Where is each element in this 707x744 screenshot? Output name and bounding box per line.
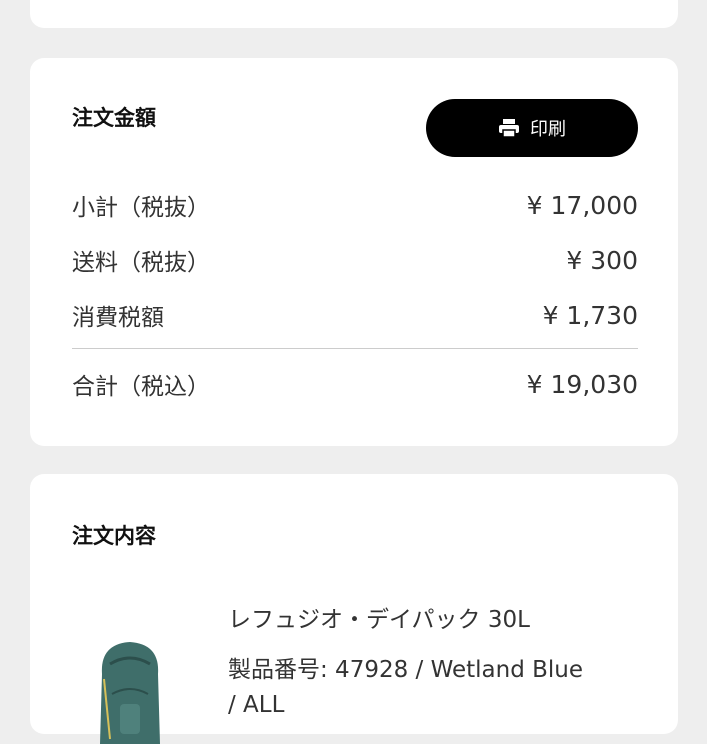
total-row: 合計（税込） ¥ 19,030 [72,367,638,401]
tax-row: 消費税額 ¥ 1,730 [72,298,638,332]
tax-label: 消費税額 [72,305,164,331]
product-detail-continued: / ALL [228,692,285,718]
previous-card [30,0,678,28]
order-amount-title: 注文金額 [72,106,156,130]
product-image[interactable] [90,634,170,744]
print-button-label: 印刷 [530,119,566,140]
shipping-label: 送料（税抜） [72,250,210,276]
order-amount-card: 注文金額 印刷 小計（税抜） ¥ 17,000 送料（税抜） ¥ 300 消費税… [30,58,678,446]
order-items-title: 注文内容 [72,524,156,548]
product-detail: 製品番号: 47928 / Wetland Blue [228,657,584,683]
printer-icon [498,118,520,138]
subtotal-value: ¥ 17,000 [526,190,638,220]
order-items-card: 注文内容 レフュジオ・デイパック 30L 製品番号: 47928 / Wetla… [30,474,678,744]
tax-value: ¥ 1,730 [542,300,638,330]
shipping-row: 送料（税抜） ¥ 300 [72,243,638,277]
summary-divider [72,348,638,349]
product-name[interactable]: レフュジオ・デイパック 30L [228,600,648,634]
total-label: 合計（税込） [72,374,210,400]
subtotal-row: 小計（税抜） ¥ 17,000 [72,188,638,222]
subtotal-label: 小計（税抜） [72,195,210,221]
shipping-value: ¥ 300 [566,245,638,275]
total-value: ¥ 19,030 [526,369,638,399]
print-button[interactable]: 印刷 [426,99,638,157]
